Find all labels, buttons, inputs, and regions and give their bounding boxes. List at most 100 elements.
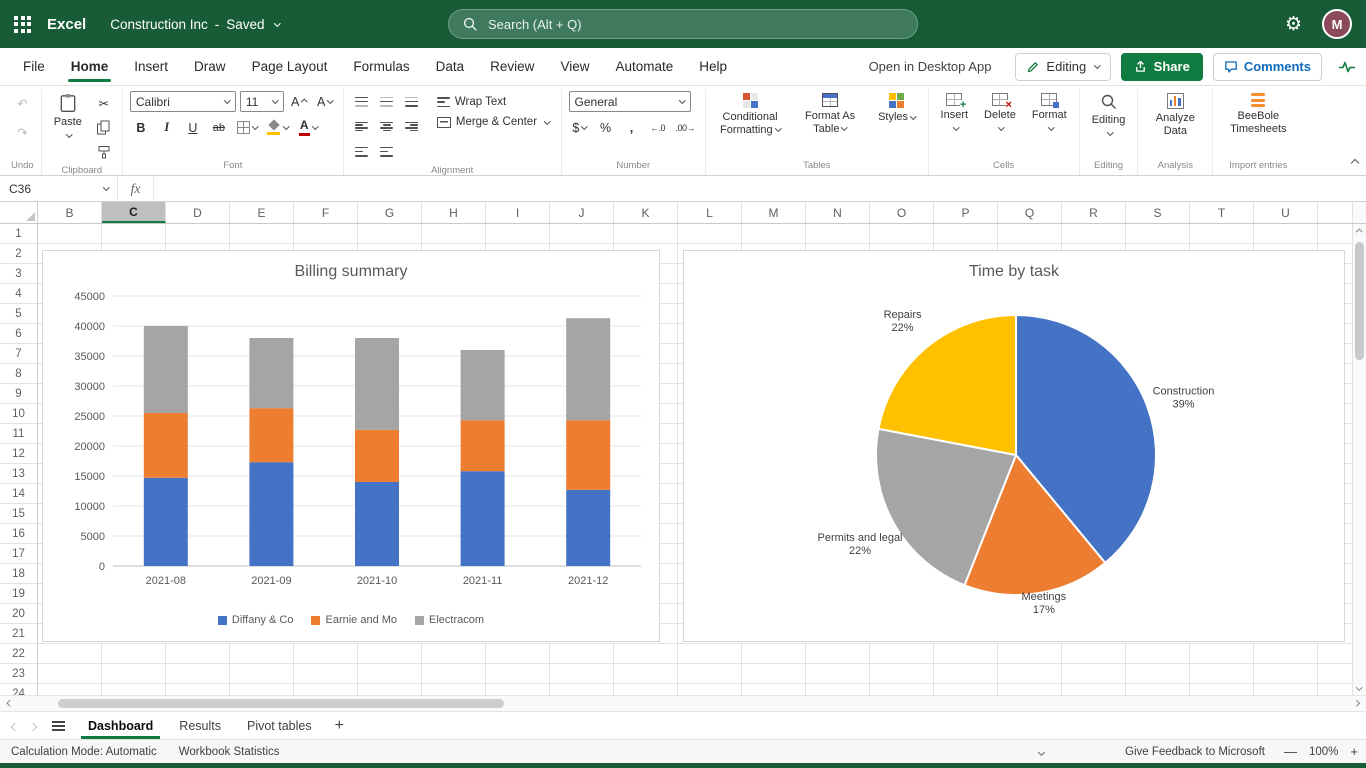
column-header-U[interactable]: U (1254, 202, 1318, 223)
beebole-timesheets-button[interactable]: BeeBole Timesheets (1220, 91, 1296, 137)
menu-tab-view[interactable]: View (547, 48, 602, 85)
currency-format-button[interactable]: $ (569, 117, 591, 138)
app-name[interactable]: Excel (47, 16, 86, 33)
row-header-14[interactable]: 14 (0, 484, 37, 504)
vertical-scrollbar[interactable] (1352, 224, 1366, 695)
share-button[interactable]: Share (1120, 52, 1203, 81)
row-header-16[interactable]: 16 (0, 524, 37, 544)
column-header-T[interactable]: T (1190, 202, 1254, 223)
shrink-font-button[interactable]: A (314, 91, 336, 112)
column-header-J[interactable]: J (550, 202, 614, 223)
merge-center-button[interactable]: Merge & Center (433, 114, 554, 130)
row-header-15[interactable]: 15 (0, 504, 37, 524)
column-header-G[interactable]: G (358, 202, 422, 223)
align-left-button[interactable] (351, 116, 373, 137)
collapse-ribbon-button[interactable] (1348, 152, 1360, 168)
all-sheets-menu-button[interactable] (42, 712, 75, 739)
scroll-down-icon[interactable] (1353, 679, 1366, 695)
row-header-1[interactable]: 1 (0, 224, 37, 244)
number-format-select[interactable]: General (568, 91, 691, 112)
insert-function-button[interactable]: fx (118, 176, 154, 201)
doc-title-group[interactable]: Construction Inc - Saved (110, 17, 280, 32)
select-all-corner[interactable] (0, 202, 38, 223)
row-header-9[interactable]: 9 (0, 384, 37, 404)
format-cells-button[interactable]: Format (1027, 91, 1072, 133)
cell-styles-button[interactable]: Styles (873, 91, 920, 126)
editing-mode-button[interactable]: Editing (1015, 52, 1111, 81)
column-header-P[interactable]: P (934, 202, 998, 223)
sheet-nav-right-button[interactable] (24, 718, 42, 733)
account-avatar[interactable]: M (1322, 9, 1352, 39)
increase-decimal-button[interactable]: ←.0 (647, 117, 669, 138)
copy-button[interactable] (93, 117, 115, 138)
grid-cells[interactable]: Billing summary 0 5000 10000 15000 20000 2500… (38, 224, 1352, 695)
middle-align-button[interactable] (376, 91, 398, 112)
format-painter-button[interactable] (93, 141, 115, 162)
row-header-7[interactable]: 7 (0, 344, 37, 364)
editing-menu-button[interactable]: Editing (1087, 91, 1131, 138)
activity-icon[interactable] (1338, 59, 1356, 75)
format-as-table-button[interactable]: Format As Table (793, 91, 867, 137)
menu-tab-home[interactable]: Home (58, 48, 122, 85)
row-header-2[interactable]: 2 (0, 244, 37, 264)
insert-cells-button[interactable]: Insert (936, 91, 974, 133)
feedback-link[interactable]: Give Feedback to Microsoft (1114, 746, 1276, 758)
calculation-mode-status[interactable]: Calculation Mode: Automatic (0, 746, 168, 758)
column-header-B[interactable]: B (38, 202, 102, 223)
redo-button[interactable]: ↷ (11, 122, 33, 143)
fill-color-button[interactable] (264, 117, 292, 138)
menu-tab-page-layout[interactable]: Page Layout (239, 48, 341, 85)
vertical-scroll-thumb[interactable] (1355, 242, 1364, 360)
wrap-text-button[interactable]: Wrap Text (433, 94, 554, 110)
column-header-E[interactable]: E (230, 202, 294, 223)
italic-button[interactable]: I (156, 117, 178, 138)
row-header-10[interactable]: 10 (0, 404, 37, 424)
row-header-21[interactable]: 21 (0, 624, 37, 644)
decrease-indent-button[interactable] (351, 141, 373, 162)
strikethrough-button[interactable]: ab (208, 117, 230, 138)
time-by-task-chart[interactable]: Time by task Construction 39% Meetings 17% P… (683, 250, 1345, 642)
horizontal-scroll-track[interactable] (20, 696, 1346, 711)
app-launcher-icon[interactable] (14, 15, 31, 33)
row-header-3[interactable]: 3 (0, 264, 37, 284)
settings-gear-icon[interactable]: ⚙ (1285, 15, 1302, 34)
row-header-13[interactable]: 13 (0, 464, 37, 484)
menu-tab-automate[interactable]: Automate (602, 48, 686, 85)
font-color-button[interactable]: A (296, 117, 320, 138)
row-header-17[interactable]: 17 (0, 544, 37, 564)
scroll-right-icon[interactable] (1346, 696, 1366, 711)
horizontal-scrollbar[interactable] (0, 695, 1366, 711)
comma-format-button[interactable]: , (621, 117, 643, 138)
add-sheet-button[interactable]: + (325, 717, 354, 735)
menu-tab-insert[interactable]: Insert (121, 48, 181, 85)
column-header-H[interactable]: H (422, 202, 486, 223)
zoom-in-button[interactable]: + (1342, 744, 1366, 759)
menu-tab-formulas[interactable]: Formulas (340, 48, 422, 85)
column-header-S[interactable]: S (1126, 202, 1190, 223)
decrease-decimal-button[interactable]: .00→ (673, 117, 699, 138)
column-header-R[interactable]: R (1062, 202, 1126, 223)
row-header-20[interactable]: 20 (0, 604, 37, 624)
row-header-8[interactable]: 8 (0, 364, 37, 384)
horizontal-scroll-thumb[interactable] (58, 699, 504, 708)
zoom-out-button[interactable]: — (1276, 744, 1305, 759)
column-header-K[interactable]: K (614, 202, 678, 223)
column-header-Q[interactable]: Q (998, 202, 1062, 223)
increase-indent-button[interactable] (376, 141, 398, 162)
column-header-N[interactable]: N (806, 202, 870, 223)
row-header-5[interactable]: 5 (0, 304, 37, 324)
row-header-12[interactable]: 12 (0, 444, 37, 464)
font-family-select[interactable]: Calibri (129, 91, 236, 112)
column-header-I[interactable]: I (486, 202, 550, 223)
column-header-M[interactable]: M (742, 202, 806, 223)
bottom-align-button[interactable] (401, 91, 423, 112)
borders-button[interactable] (234, 117, 261, 138)
menu-tab-data[interactable]: Data (423, 48, 478, 85)
column-header-D[interactable]: D (166, 202, 230, 223)
top-align-button[interactable] (351, 91, 373, 112)
zoom-level[interactable]: 100% (1305, 746, 1342, 758)
bold-button[interactable]: B (130, 117, 152, 138)
menu-tab-draw[interactable]: Draw (181, 48, 239, 85)
column-header-F[interactable]: F (294, 202, 358, 223)
underline-button[interactable]: U (182, 117, 204, 138)
